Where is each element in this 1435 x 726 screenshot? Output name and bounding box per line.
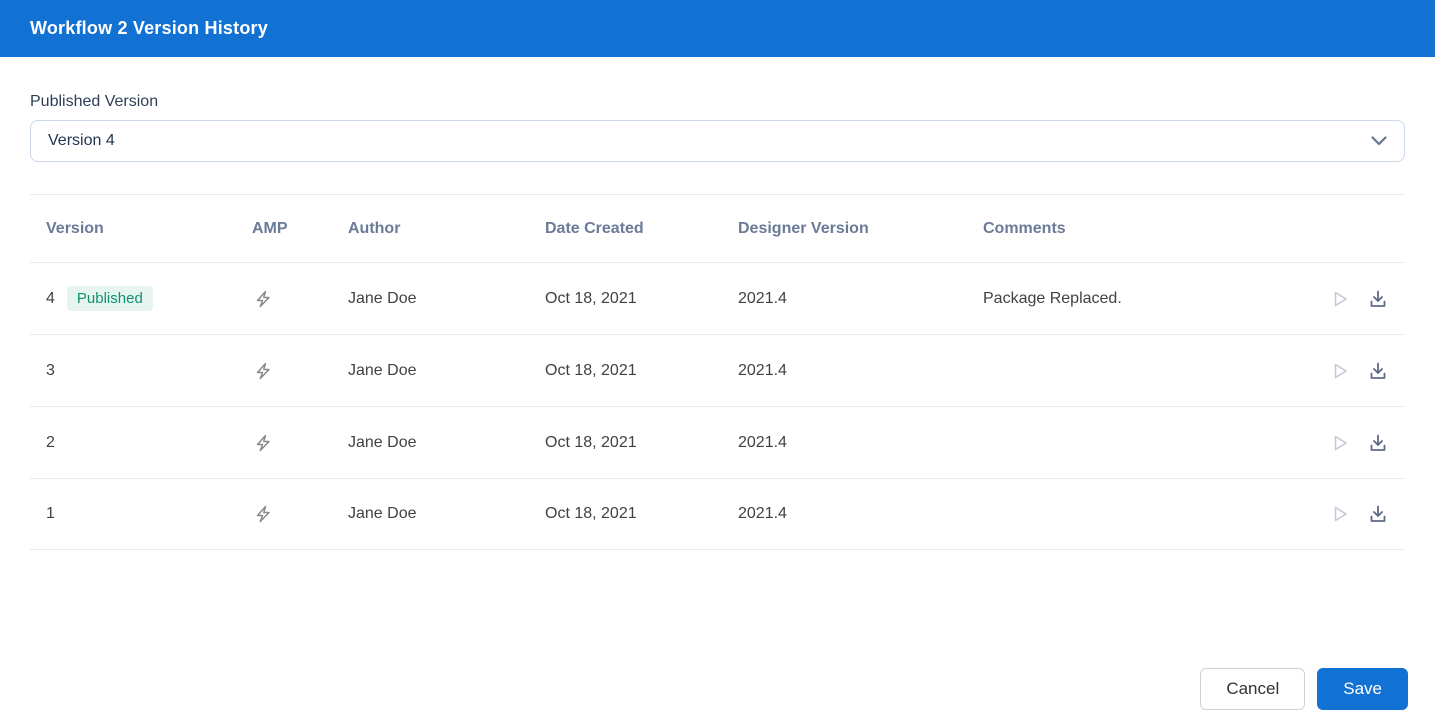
date-created-cell: Oct 18, 2021	[545, 361, 637, 379]
lightning-icon	[252, 432, 348, 454]
cancel-button[interactable]: Cancel	[1200, 668, 1306, 710]
date-created-cell: Oct 18, 2021	[545, 505, 637, 522]
table-header-row: Version AMP Author Date Created Designer…	[30, 195, 1405, 262]
lightning-icon	[252, 360, 348, 382]
version-history-table: Version AMP Author Date Created Designer…	[30, 195, 1405, 550]
column-header-author: Author	[348, 219, 401, 237]
version-number: 2	[46, 433, 55, 451]
designer-version-cell: 2021.4	[738, 289, 787, 307]
designer-version-cell: 2021.4	[738, 433, 787, 451]
row-actions	[1289, 360, 1389, 382]
version-cell: 2	[46, 434, 252, 452]
amp-cell	[252, 432, 348, 454]
dialog-footer: Cancel Save	[1200, 668, 1408, 710]
table-body: 4 Published Jane Doe Oct 18, 2021 2021.4…	[30, 262, 1405, 550]
version-cell: 1	[46, 505, 252, 523]
save-button[interactable]: Save	[1317, 668, 1408, 710]
published-version-label: Published Version	[30, 93, 159, 110]
column-header-amp: AMP	[252, 219, 288, 237]
download-icon[interactable]	[1367, 503, 1389, 525]
download-icon[interactable]	[1367, 288, 1389, 310]
amp-cell	[252, 288, 348, 310]
version-cell: 4 Published	[46, 286, 252, 311]
play-icon[interactable]	[1329, 503, 1351, 525]
amp-cell	[252, 503, 348, 525]
dialog-title: Workflow 2 Version History	[30, 18, 268, 38]
published-version-select[interactable]: Version 4	[30, 120, 1405, 162]
dialog-titlebar: Workflow 2 Version History	[0, 0, 1435, 57]
comments-cell: Package Replaced.	[983, 289, 1122, 307]
lightning-icon	[252, 503, 348, 525]
column-header-date-created: Date Created	[545, 219, 644, 237]
dialog-body: Published Version Version 4 Version AMP …	[0, 93, 1435, 550]
table-row: 1 Jane Doe Oct 18, 2021 2021.4	[30, 478, 1405, 550]
author-cell: Jane Doe	[348, 505, 417, 522]
date-created-cell: Oct 18, 2021	[545, 433, 637, 451]
designer-version-cell: 2021.4	[738, 361, 787, 379]
play-icon[interactable]	[1329, 288, 1351, 310]
play-icon[interactable]	[1329, 360, 1351, 382]
row-actions	[1289, 288, 1389, 310]
table-row: 4 Published Jane Doe Oct 18, 2021 2021.4…	[30, 262, 1405, 334]
published-badge: Published	[66, 286, 153, 311]
version-number: 4	[46, 289, 55, 307]
download-icon[interactable]	[1367, 432, 1389, 454]
author-cell: Jane Doe	[348, 433, 417, 451]
column-header-designer-version: Designer Version	[738, 219, 869, 237]
author-cell: Jane Doe	[348, 289, 417, 307]
author-cell: Jane Doe	[348, 361, 417, 379]
version-number: 1	[46, 505, 55, 522]
table-row: 2 Jane Doe Oct 18, 2021 2021.4	[30, 406, 1405, 478]
lightning-icon	[252, 288, 348, 310]
table-row: 3 Jane Doe Oct 18, 2021 2021.4	[30, 334, 1405, 406]
amp-cell	[252, 360, 348, 382]
download-icon[interactable]	[1367, 360, 1389, 382]
chevron-down-icon	[1371, 136, 1387, 146]
version-cell: 3	[46, 362, 252, 380]
published-version-selected-value: Version 4	[48, 132, 115, 149]
column-header-version: Version	[46, 219, 104, 237]
designer-version-cell: 2021.4	[738, 505, 787, 522]
version-number: 3	[46, 361, 55, 379]
date-created-cell: Oct 18, 2021	[545, 289, 637, 307]
row-actions	[1289, 503, 1389, 525]
play-icon[interactable]	[1329, 432, 1351, 454]
column-header-comments: Comments	[983, 219, 1066, 237]
row-actions	[1289, 432, 1389, 454]
